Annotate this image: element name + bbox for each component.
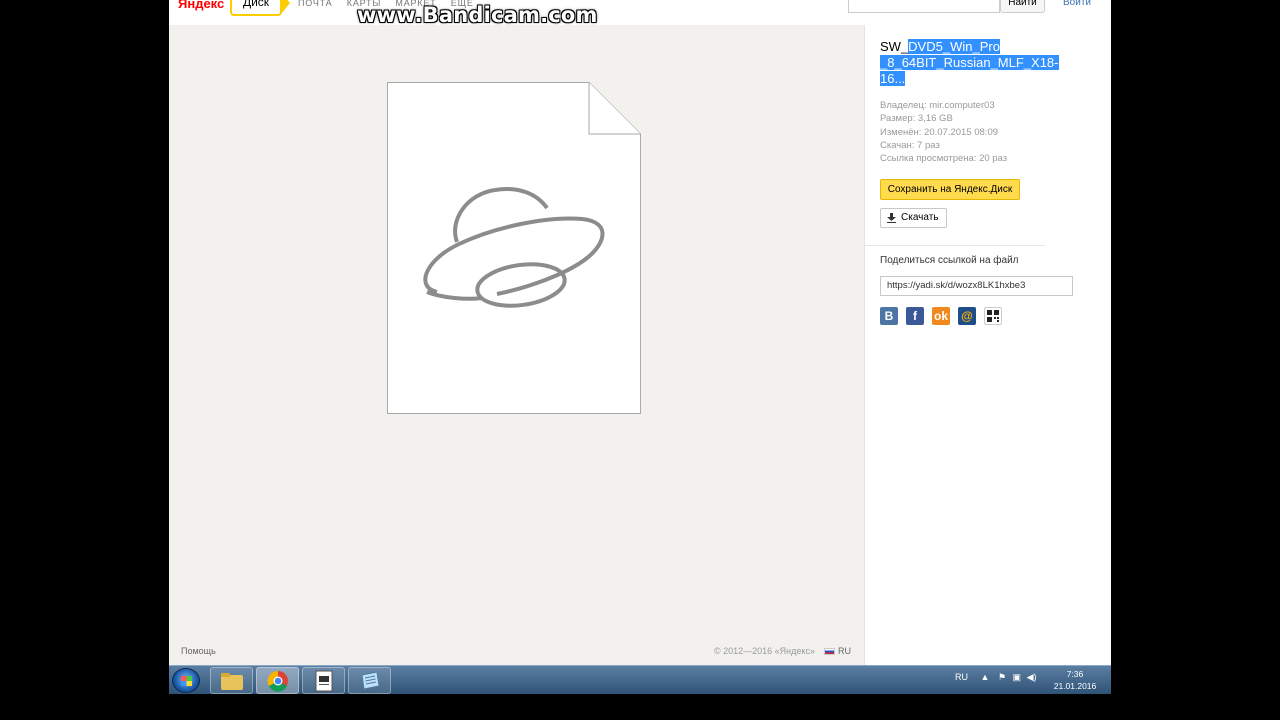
- tray-language[interactable]: RU: [955, 672, 968, 682]
- download-button[interactable]: Скачать: [880, 208, 947, 228]
- tray-network-icon[interactable]: ▣: [1013, 672, 1022, 682]
- start-button[interactable]: [172, 668, 200, 693]
- system-tray: RU ▲ ⚑ ▣ ◀): [955, 672, 1037, 683]
- document-icon: [315, 670, 333, 692]
- file-view-count: Ссылка просмотрена: 20 раз: [880, 153, 1008, 165]
- file-preview-area: Помощь © 2012—2016 «Яндекс» RU: [169, 25, 864, 665]
- facebook-icon[interactable]: f: [906, 307, 924, 325]
- nav-mail[interactable]: ПОЧТА: [298, 0, 332, 8]
- folder-icon: [221, 673, 243, 690]
- russia-flag-icon: [824, 648, 835, 655]
- disk-logo[interactable]: Диск: [230, 0, 290, 16]
- mailru-icon[interactable]: @: [958, 307, 976, 325]
- taskbar-notepad-button[interactable]: [348, 667, 391, 694]
- language-label: RU: [838, 646, 851, 656]
- taskbar-chrome-button[interactable]: [256, 667, 299, 694]
- tray-volume-icon[interactable]: ◀): [1027, 672, 1037, 682]
- bandicam-watermark: www.Bandicam.com: [357, 3, 598, 27]
- file-modified: Изменён: 20.07.2015 08:09: [880, 126, 999, 138]
- tray-expand-icon[interactable]: ▲: [981, 672, 990, 682]
- share-link-field[interactable]: https://yadi.sk/d/wozx8LK1hxbe3: [880, 276, 1073, 296]
- clock-date: 21.01.2016: [1053, 681, 1097, 691]
- divider: [865, 245, 1045, 246]
- taskbar-document-button[interactable]: [302, 667, 345, 694]
- file-document-icon: [387, 82, 641, 414]
- copyright-text: © 2012—2016 «Яндекс»: [714, 646, 815, 656]
- file-info-panel: SW_DVD5_Win_Pro _8_64BIT_Russian_MLF_X18…: [864, 25, 1111, 665]
- windows-taskbar: RU ▲ ⚑ ▣ ◀) 7:36 21.01.2016: [169, 665, 1111, 694]
- file-download-count: Скачан: 7 раз: [880, 139, 940, 151]
- file-name-prefix: SW_: [880, 39, 909, 54]
- browser-viewport: Яндекс Диск ПОЧТА КАРТЫ МАРКЕТ ЕЩЁ Найти…: [169, 0, 1111, 694]
- chrome-icon: [267, 670, 288, 692]
- language-switch[interactable]: RU: [824, 646, 851, 656]
- download-icon: [887, 213, 896, 223]
- vk-icon[interactable]: B: [880, 307, 898, 325]
- file-name: SW_DVD5_Win_Pro _8_64BIT_Russian_MLF_X18…: [880, 39, 1080, 87]
- download-label: Скачать: [901, 212, 939, 223]
- login-link[interactable]: Войти: [1063, 0, 1091, 8]
- help-link[interactable]: Помощь: [181, 646, 216, 656]
- search-button[interactable]: Найти: [1000, 0, 1045, 13]
- notepad-icon: [361, 671, 380, 690]
- qr-code-icon[interactable]: [984, 307, 1002, 325]
- tray-flag-icon[interactable]: ⚑: [998, 672, 1006, 682]
- yandex-logo[interactable]: Яндекс: [178, 0, 224, 11]
- file-owner: Владелец: mir.computer03: [880, 100, 995, 111]
- yandex-header: Яндекс Диск ПОЧТА КАРТЫ МАРКЕТ ЕЩЁ Найти…: [169, 0, 1111, 25]
- odnoklassniki-icon[interactable]: ok: [932, 307, 950, 325]
- share-title: Поделиться ссылкой на файл: [880, 255, 1019, 266]
- file-metadata: Владелец: mir.computer03 Размер: 3,16 GB…: [880, 99, 1007, 165]
- save-to-disk-button[interactable]: Сохранить на Яндекс.Диск: [880, 179, 1020, 200]
- taskbar-explorer-button[interactable]: [210, 667, 253, 694]
- file-size: Размер: 3,16 GB: [880, 113, 953, 125]
- taskbar-clock[interactable]: 7:36 21.01.2016: [1049, 668, 1101, 692]
- search-input[interactable]: [848, 0, 1000, 13]
- clock-time: 7:36: [1066, 669, 1084, 679]
- yandex-logo-text: Яндекс: [178, 0, 225, 11]
